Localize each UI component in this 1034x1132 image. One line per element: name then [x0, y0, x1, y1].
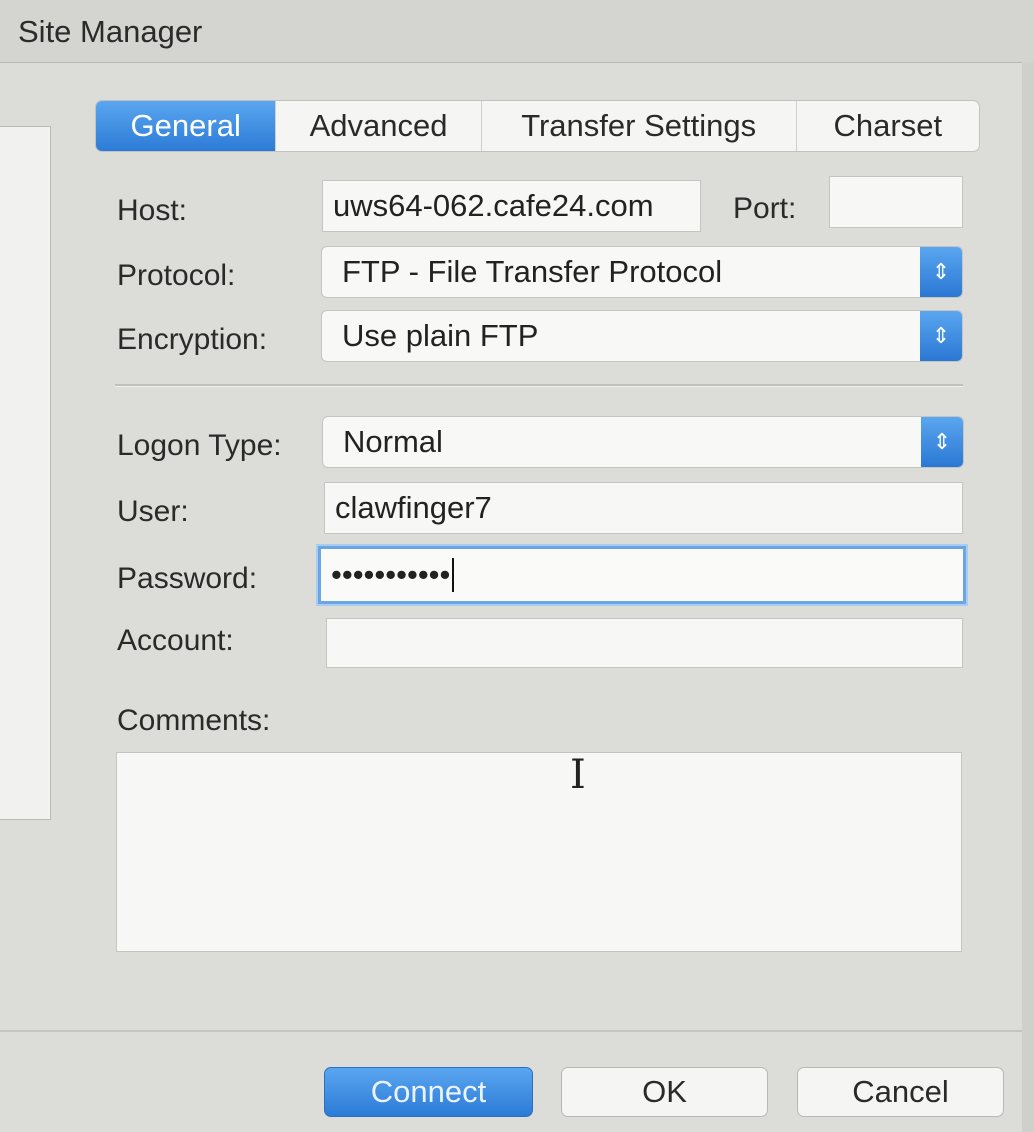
encryption-value: Use plain FTP — [342, 318, 539, 353]
encryption-label: Encryption: — [117, 323, 268, 356]
protocol-select[interactable]: FTP - File Transfer Protocol ⇕ — [321, 246, 963, 298]
password-label: Password: — [117, 562, 258, 595]
host-label: Host: — [117, 194, 188, 227]
up-down-arrows-icon: ⇕ — [920, 311, 962, 361]
tab-transfer-settings[interactable]: Transfer Settings — [482, 101, 797, 151]
account-input[interactable] — [326, 618, 963, 668]
window-edge — [1022, 62, 1034, 1132]
text-cursor-icon: I — [570, 752, 586, 798]
tab-bar: General Advanced Transfer Settings Chars… — [95, 100, 980, 152]
encryption-select[interactable]: Use plain FTP ⇕ — [321, 310, 963, 362]
logon-type-label: Logon Type: — [117, 429, 282, 462]
footer-divider — [0, 1030, 1022, 1032]
logon-type-select[interactable]: Normal ⇕ — [322, 416, 964, 468]
protocol-label: Protocol: — [117, 259, 236, 292]
connect-button[interactable]: Connect — [324, 1067, 533, 1117]
title-bar: Site Manager — [0, 0, 1034, 63]
tab-general[interactable]: General — [96, 101, 277, 151]
section-divider — [115, 384, 963, 387]
tab-charset[interactable]: Charset — [797, 101, 979, 151]
cancel-button[interactable]: Cancel — [797, 1067, 1004, 1117]
ok-button[interactable]: OK — [561, 1067, 768, 1117]
comments-label: Comments: — [117, 704, 271, 737]
port-input[interactable] — [829, 176, 963, 228]
user-input[interactable]: clawfinger7 — [324, 482, 963, 534]
text-caret — [452, 558, 455, 592]
window-title: Site Manager — [18, 14, 203, 49]
protocol-value: FTP - File Transfer Protocol — [342, 254, 723, 289]
site-manager-window: Site Manager General Advanced Transfer S… — [0, 0, 1034, 1132]
password-value: ••••••••••• — [331, 557, 451, 592]
user-label: User: — [117, 495, 189, 528]
tab-advanced[interactable]: Advanced — [276, 101, 482, 151]
logon-type-value: Normal — [343, 424, 443, 459]
up-down-arrows-icon: ⇕ — [920, 247, 962, 297]
site-list-panel[interactable] — [0, 126, 51, 820]
host-input[interactable]: uws64-062.cafe24.com — [322, 180, 701, 232]
port-label: Port: — [733, 192, 797, 225]
password-input[interactable]: ••••••••••• — [318, 546, 966, 604]
up-down-arrows-icon: ⇕ — [921, 417, 963, 467]
account-label: Account: — [117, 624, 234, 657]
comments-textarea[interactable] — [116, 752, 962, 952]
